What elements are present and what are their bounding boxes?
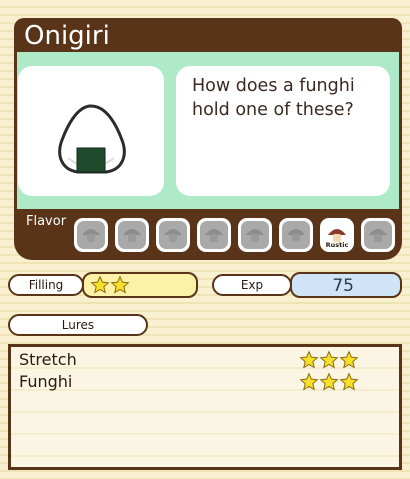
- star-icon: [339, 350, 359, 369]
- flavor-icon-2[interactable]: [115, 218, 149, 252]
- star-icon: [90, 275, 110, 294]
- mushroom-icon: Rustic: [323, 221, 351, 249]
- lure-stars: [299, 350, 359, 370]
- funghi-silhouette-icon: [241, 221, 269, 249]
- flavor-bar: Flavor Rustic: [14, 212, 402, 260]
- star-icon: [110, 275, 130, 294]
- flavor-icon-6[interactable]: [279, 218, 313, 252]
- exp-value-box: 75: [290, 272, 402, 298]
- filling-stars: [90, 275, 130, 299]
- flavor-label: Flavor: [26, 214, 67, 229]
- star-icon: [299, 372, 319, 391]
- funghi-silhouette-icon: [200, 221, 228, 249]
- exp-label: Exp: [212, 274, 292, 296]
- star-icon: [299, 350, 319, 369]
- lures-table: Stretch Funghi: [8, 344, 402, 470]
- flavor-icon-5[interactable]: [238, 218, 272, 252]
- flavor-icon-1[interactable]: [74, 218, 108, 252]
- star-icon: [339, 372, 359, 391]
- filling-rating: [82, 272, 198, 298]
- item-title: Onigiri: [24, 21, 110, 51]
- funghi-silhouette-icon: [159, 221, 187, 249]
- lure-name: Stretch: [19, 350, 77, 369]
- flavor-icon-7[interactable]: Rustic: [320, 218, 354, 252]
- lure-row: Stretch: [19, 349, 395, 371]
- flavor-icon-8[interactable]: [361, 218, 395, 252]
- flavor-icon-3[interactable]: [156, 218, 190, 252]
- lure-name: Funghi: [19, 372, 73, 391]
- item-image-box: [18, 66, 164, 196]
- star-icon: [319, 372, 339, 391]
- flavor-icon-label: Rustic: [325, 241, 349, 249]
- lure-stars: [299, 372, 359, 392]
- star-icon: [319, 350, 339, 369]
- exp-value: 75: [332, 276, 354, 296]
- flavor-icon-4[interactable]: [197, 218, 231, 252]
- item-description: How does a funghi hold one of these?: [192, 76, 355, 120]
- item-title-bar: Onigiri: [14, 18, 402, 54]
- onigiri-icon: [58, 104, 126, 174]
- funghi-silhouette-icon: [118, 221, 146, 249]
- item-description-box: How does a funghi hold one of these?: [176, 66, 390, 196]
- funghi-silhouette-icon: [282, 221, 310, 249]
- funghi-silhouette-icon: [364, 221, 392, 249]
- filling-label: Filling: [8, 274, 84, 296]
- lures-label: Lures: [8, 314, 148, 336]
- lure-row: Funghi: [19, 371, 395, 393]
- funghi-silhouette-icon: [77, 221, 105, 249]
